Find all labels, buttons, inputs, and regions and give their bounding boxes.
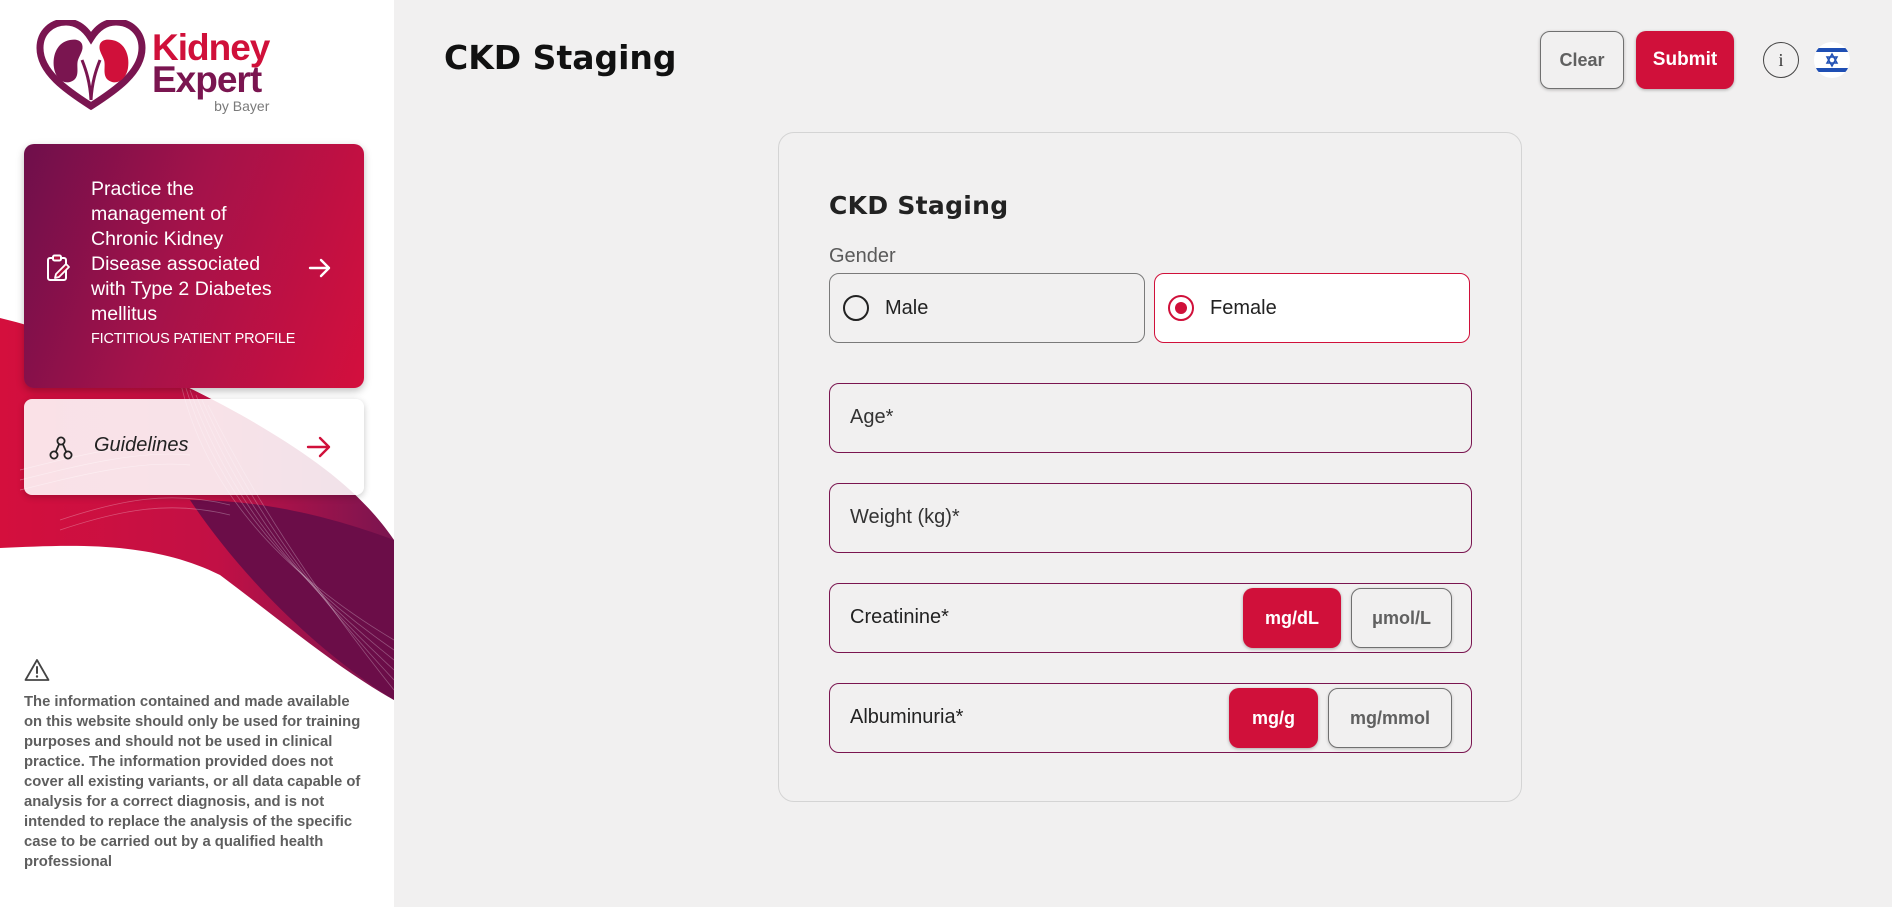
logo-line-by-bayer: by Bayer xyxy=(214,98,270,114)
language-selector[interactable] xyxy=(1814,42,1850,78)
age-field-container xyxy=(829,383,1472,453)
age-input[interactable] xyxy=(850,384,1210,450)
warning-icon xyxy=(24,659,50,681)
page-title: CKD Staging xyxy=(444,38,677,77)
weight-input[interactable] xyxy=(850,484,1210,550)
gender-option-male[interactable]: Male xyxy=(829,273,1145,343)
gender-option-label: Male xyxy=(885,296,929,319)
creatinine-unit-umol-l-button[interactable]: μmol/L xyxy=(1351,588,1452,648)
clear-button[interactable]: Clear xyxy=(1540,31,1624,89)
albuminuria-label: Albuminuria* xyxy=(850,706,964,728)
network-icon xyxy=(49,436,73,460)
creatinine-field[interactable]: Creatinine* mg/dL μmol/L xyxy=(829,583,1472,653)
albuminuria-field[interactable]: Albuminuria* mg/g mg/mmol xyxy=(829,683,1472,753)
ckd-staging-form: CKD Staging Gender Male Female Creatinin… xyxy=(778,132,1522,802)
gender-option-label: Female xyxy=(1210,296,1277,319)
albuminuria-unit-mg-mmol-button[interactable]: mg/mmol xyxy=(1328,688,1452,748)
clipboard-pen-icon xyxy=(47,254,70,281)
kidney-heart-logo-icon xyxy=(36,18,146,111)
guidelines-label: Guidelines xyxy=(94,434,189,456)
submit-button[interactable]: Submit xyxy=(1636,31,1734,89)
radio-unselected-icon xyxy=(843,295,869,321)
arrow-right-icon xyxy=(308,258,331,278)
gender-option-female[interactable]: Female xyxy=(1154,273,1470,343)
guidelines-card[interactable]: Guidelines xyxy=(24,399,364,495)
creatinine-label: Creatinine* xyxy=(850,606,949,628)
practice-ckd-management-card[interactable]: Practice the management of Chronic Kidne… xyxy=(24,144,364,388)
disclaimer-text: The information contained and made avail… xyxy=(24,694,361,870)
info-button[interactable]: i xyxy=(1763,42,1799,78)
radio-selected-icon xyxy=(1168,295,1194,321)
creatinine-unit-mg-dl-button[interactable]: mg/dL xyxy=(1243,588,1341,648)
gender-label: Gender xyxy=(829,245,896,267)
kidney-expert-logo: Kidney Expert by Bayer xyxy=(36,18,270,114)
arrow-right-icon xyxy=(306,436,331,458)
practice-card-title: Practice the management of Chronic Kidne… xyxy=(91,178,272,325)
weight-field-container xyxy=(829,483,1472,553)
sidebar: Kidney Expert by Bayer Practice the mana… xyxy=(0,0,394,907)
logo-line-expert: Expert xyxy=(152,59,262,100)
israel-flag-icon xyxy=(1814,42,1850,78)
form-title: CKD Staging xyxy=(829,191,1009,220)
info-icon: i xyxy=(1778,49,1784,70)
practice-card-subtitle: FICTITIOUS PATIENT PROFILE xyxy=(91,331,296,347)
albuminuria-unit-mg-g-button[interactable]: mg/g xyxy=(1229,688,1318,748)
